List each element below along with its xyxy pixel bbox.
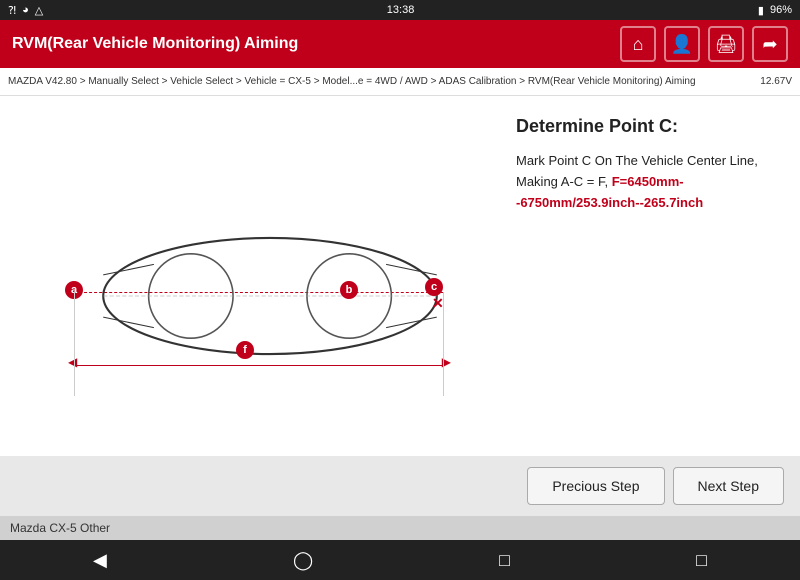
nav-bar: ◀ ◯ □ □ — [0, 540, 800, 580]
status-bar: ⁈ ◕ △ 13:38 ▮ 96% — [0, 0, 800, 20]
battery-voltage: 12.67V — [760, 76, 792, 87]
header-icons: ⌂ 👤 🖨 ➦ — [620, 26, 788, 62]
vline-c — [443, 292, 444, 396]
measure-line-h — [74, 365, 444, 366]
back-icon[interactable]: ◀ — [93, 550, 107, 571]
status-right: ▮ 96% — [758, 4, 792, 17]
time-label: 13:38 — [387, 4, 415, 16]
signal-icon: △ — [35, 4, 43, 17]
footer: Mazda CX-5 Other — [0, 516, 800, 540]
main-content: a b c ✕ ◀ ▶ f Determine Point C: Mark Po… — [0, 96, 800, 456]
breadcrumb-text: MAZDA V42.80 > Manually Select > Vehicle… — [8, 76, 696, 87]
battery-percent: 96% — [770, 4, 792, 16]
print-button[interactable]: 🖨 — [708, 26, 744, 62]
button-bar: Precious Step Next Step — [0, 456, 800, 516]
info-area: Determine Point C: Mark Point C On The V… — [500, 96, 800, 456]
next-step-button[interactable]: Next Step — [673, 467, 784, 505]
crosshair-icon: ✕ — [432, 295, 444, 312]
info-title: Determine Point C: — [516, 116, 784, 137]
point-f-label: f — [236, 341, 254, 359]
status-left: ⁈ ◕ △ — [8, 4, 43, 17]
home-nav-icon[interactable]: ◯ — [293, 550, 313, 571]
home-button[interactable]: ⌂ — [620, 26, 656, 62]
footer-label: Mazda CX-5 Other — [10, 521, 110, 535]
header: RVM(Rear Vehicle Monitoring) Aiming ⌂ 👤 … — [0, 20, 800, 68]
recents-icon[interactable]: □ — [499, 550, 510, 571]
wifi-icon: ◕ — [22, 4, 29, 16]
logout-button[interactable]: ➦ — [752, 26, 788, 62]
breadcrumb-bar: MAZDA V42.80 > Manually Select > Vehicle… — [0, 68, 800, 96]
car-diagram — [80, 216, 460, 376]
user-button[interactable]: 👤 — [664, 26, 700, 62]
apps-icon[interactable]: □ — [696, 550, 707, 571]
vline-a — [74, 292, 75, 396]
previous-step-button[interactable]: Precious Step — [527, 467, 664, 505]
point-b-label: b — [340, 281, 358, 299]
point-c-label: c — [425, 278, 443, 296]
diagram-area: a b c ✕ ◀ ▶ f — [0, 96, 500, 456]
arrow-left: ◀ — [68, 355, 77, 369]
bt-icon: ⁈ — [8, 4, 16, 17]
info-text: Mark Point C On The Vehicle Center Line,… — [516, 151, 784, 213]
battery-icon: ▮ — [758, 4, 764, 17]
header-title: RVM(Rear Vehicle Monitoring) Aiming — [12, 35, 298, 53]
